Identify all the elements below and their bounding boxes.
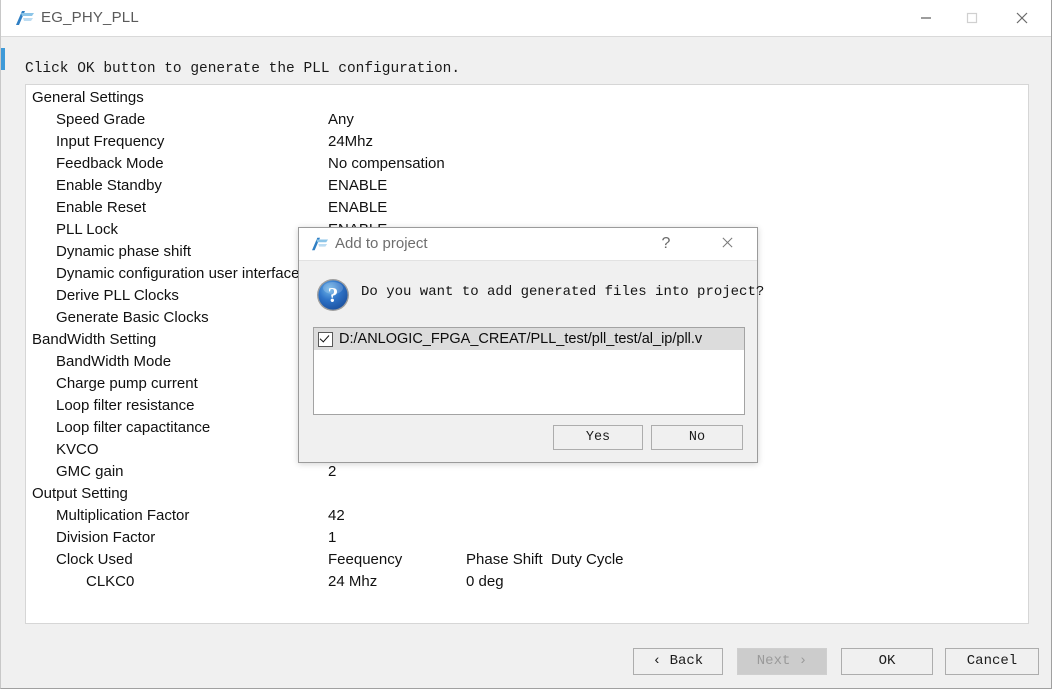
summary-row-label: Clock Used [56,551,133,568]
summary-row[interactable]: Clock Used Feequency Phase Shift Duty Cycle [26,549,1028,571]
minimize-icon[interactable] [903,0,949,36]
summary-row[interactable]: Division Factor 1 [26,527,1028,549]
left-accent-stripe [1,48,5,70]
window-titlebar: EG_PHY_PLL [1,0,1051,37]
summary-row[interactable]: General Settings [26,87,1028,109]
summary-row-label: Feedback Mode [56,155,164,172]
window-title: EG_PHY_PLL [41,9,139,26]
summary-row-value-2: Phase Shift [466,551,543,568]
summary-row-value: 24 Mhz [328,573,378,590]
summary-row-value: No compensation [328,155,445,172]
add-to-project-dialog: Add to project ? ? Do you want to add ge… [298,227,764,463]
summary-row-label: BandWidth Setting [32,331,157,348]
anlogic-logo-icon [311,236,329,252]
summary-row-label: Input Frequency [56,133,165,150]
summary-row[interactable]: GMC gain 2 [26,461,1028,483]
summary-row[interactable]: Speed Grade Any [26,109,1028,131]
summary-row-label: Dynamic configuration user interface [56,265,300,282]
summary-row-label: Multiplication Factor [56,507,190,524]
summary-row-value: Feequency [328,551,403,568]
summary-row-label: Speed Grade [56,111,146,128]
summary-row-value: 2 [328,463,337,480]
summary-row[interactable]: Output Setting [26,483,1028,505]
summary-row-label: KVCO [56,441,99,458]
close-icon[interactable] [707,228,747,260]
summary-row-value: Any [328,111,354,128]
summary-row-label: BandWidth Mode [56,353,172,370]
ok-button[interactable]: OK [841,648,933,675]
yes-button[interactable]: Yes [553,425,643,450]
summary-row-label: PLL Lock [56,221,118,238]
file-path-label: D:/ANLOGIC_FPGA_CREAT/PLL_test/pll_test/… [339,331,703,347]
summary-row-label: Output Setting [32,485,128,502]
summary-row-label: Division Factor [56,529,156,546]
svg-text:?: ? [328,283,339,307]
summary-row-value-3: Duty Cycle [551,551,624,568]
summary-row-label: GMC gain [56,463,124,480]
summary-row-label: Loop filter resistance [56,397,195,414]
summary-row-label: Enable Standby [56,177,162,194]
eg-phy-pll-window: EG_PHY_PLL Click OK button to generate t… [0,0,1052,689]
summary-row-value: ENABLE [328,199,388,216]
summary-row[interactable]: Enable Reset ENABLE [26,197,1028,219]
summary-row-label: Loop filter capactitance [56,419,211,436]
summary-row-label: Generate Basic Clocks [56,309,209,326]
summary-row-value: 1 [328,529,337,546]
summary-row-value: 24Mhz [328,133,374,150]
cancel-button[interactable]: Cancel [945,648,1039,675]
summary-row[interactable]: Enable Standby ENABLE [26,175,1028,197]
list-item[interactable]: D:/ANLOGIC_FPGA_CREAT/PLL_test/pll_test/… [314,328,744,350]
summary-row[interactable]: Feedback Mode No compensation [26,153,1028,175]
summary-row[interactable]: Multiplication Factor 42 [26,505,1028,527]
help-icon[interactable]: ? [649,228,683,260]
no-button[interactable]: No [651,425,743,450]
generated-files-listbox[interactable]: D:/ANLOGIC_FPGA_CREAT/PLL_test/pll_test/… [313,327,745,415]
maximize-icon[interactable] [949,0,995,36]
summary-row[interactable]: CLKC0 24 Mhz 0 deg [26,571,1028,593]
summary-row-label: General Settings [32,89,144,106]
summary-row-value-2: 0 deg [466,573,504,590]
dialog-title: Add to project [335,235,428,252]
instruction-text: Click OK button to generate the PLL conf… [25,61,461,77]
summary-row-label: Dynamic phase shift [56,243,192,260]
summary-row-label: Charge pump current [56,375,198,392]
dialog-message: Do you want to add generated files into … [361,284,765,300]
summary-row-label: CLKC0 [86,573,135,590]
summary-row[interactable]: Input Frequency 24Mhz [26,131,1028,153]
back-button[interactable]: ‹ Back [633,648,723,675]
next-button: Next › [737,648,827,675]
anlogic-logo-icon [15,9,35,27]
dialog-titlebar: Add to project ? [299,228,757,261]
summary-row-label: Derive PLL Clocks [56,287,179,304]
question-mark-icon: ? [316,278,350,312]
summary-row-value: ENABLE [328,177,388,194]
summary-row-label: Enable Reset [56,199,147,216]
close-icon[interactable] [999,0,1045,36]
file-checkbox[interactable] [318,331,333,347]
summary-row-value: 42 [328,507,345,524]
